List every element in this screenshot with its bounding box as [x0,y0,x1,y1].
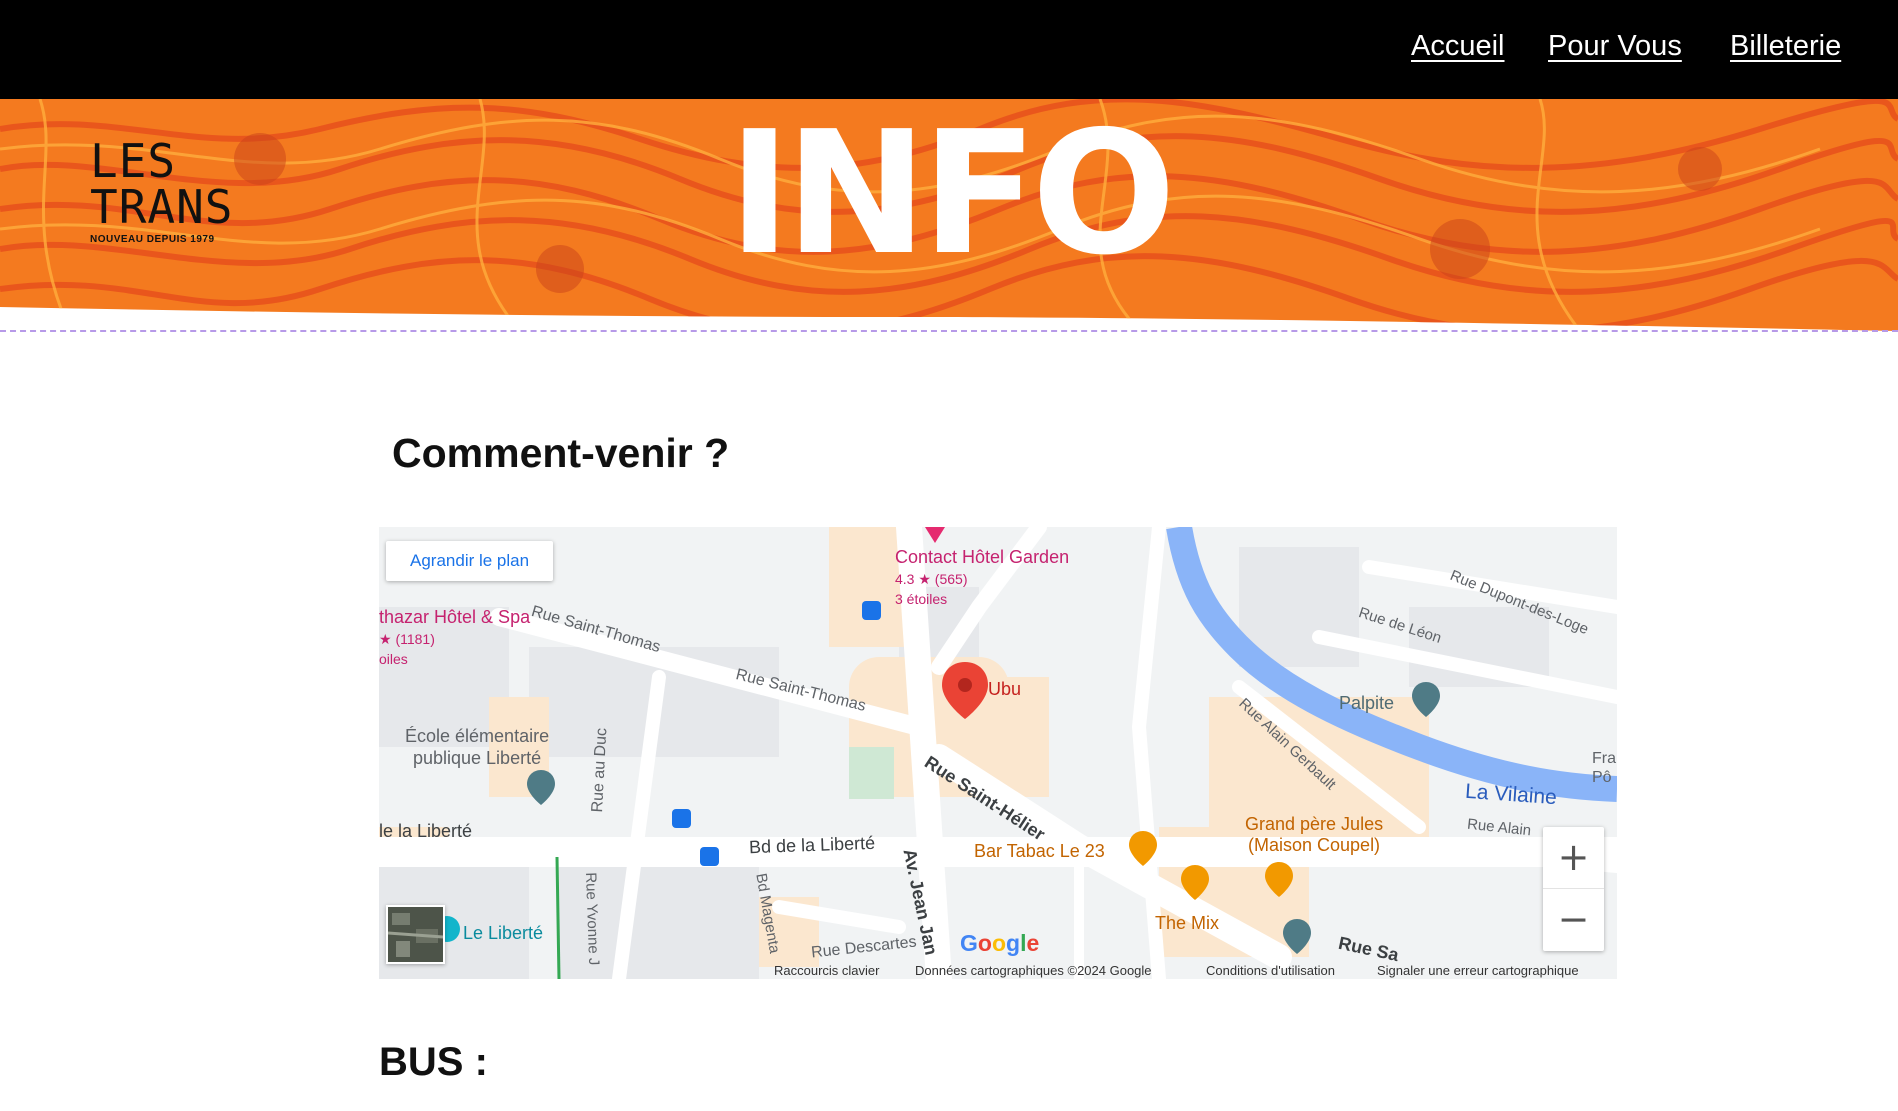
section-divider [0,330,1898,332]
satellite-view-toggle[interactable] [386,905,445,964]
bus-heading: BUS : [379,1040,488,1084]
logo-tagline: NOUVEAU DEPUIS 1979 [90,234,215,245]
map-place-ecole[interactable]: École élémentaire publique Liberté [405,725,549,769]
map-place-hotel-garden-stars: 3 étoiles [895,591,948,607]
map-place-hotel-garden[interactable]: Contact Hôtel Garden [895,547,1069,568]
map-place-grand-pere-jules[interactable]: Grand père Jules (Maison Coupel) [1245,814,1383,856]
top-navigation: Accueil Pour Vous Billeterie [0,0,1898,99]
map-place-le-liberte[interactable]: Le Liberté [463,923,543,944]
logo-line-trans: TRANS [90,180,234,234]
page-title: INFO [727,99,1176,293]
nav-link-billeterie[interactable]: Billeterie [1730,30,1841,63]
map-place-the-mix[interactable]: The Mix [1155,913,1219,934]
map-data-attribution: Données cartographiques ©2024 Google [915,963,1152,978]
section-heading: Comment-venir ? [392,430,730,476]
google-logo: Google [960,930,1040,956]
map-place-balthazar-rating: ★ (1181) [379,631,435,647]
page-banner: INFO [0,99,1898,331]
keyboard-shortcuts-link[interactable]: Raccourcis clavier [774,963,879,978]
map-place-bar-tabac[interactable]: Bar Tabac Le 23 [974,841,1105,862]
map-place-balthazar[interactable]: thazar Hôtel & Spa [379,607,530,628]
map-canvas[interactable] [379,527,1617,979]
map-place-ubu[interactable]: Ubu [988,679,1021,700]
report-map-error-link[interactable]: Signaler une erreur cartographique [1377,963,1579,978]
site-logo[interactable]: LES TRANS NOUVEAU DEPUIS 1979 [90,134,234,245]
terms-of-use-link[interactable]: Conditions d'utilisation [1206,963,1335,978]
map-street-liberte-left: le la Liberté [379,821,473,841]
nav-link-accueil[interactable]: Accueil [1411,30,1505,63]
enlarge-map-button[interactable]: Agrandir le plan [386,541,554,581]
zoom-out-button[interactable]: − [1543,889,1604,951]
embedded-map[interactable]: Agrandir le plan Contact Hôtel Garden 4.… [379,527,1617,979]
logo-line-les: LES [90,134,177,188]
map-street-yvonne: Rue Yvonne J [582,872,603,966]
map-label-fra: Fra Pô [1592,750,1616,786]
map-place-palpite[interactable]: Palpite [1339,693,1394,714]
zoom-in-button[interactable]: + [1543,827,1604,889]
nav-link-pour-vous[interactable]: Pour Vous [1548,30,1682,63]
satellite-thumbnail-icon [388,907,443,962]
map-zoom-controls: + − [1543,827,1604,951]
map-street-bd-liberte: Bd de la Liberté [748,832,876,858]
map-place-hotel-garden-rating: 4.3 ★ (565) [895,571,968,587]
map-place-balthazar-stars: oiles [379,651,408,667]
map-attribution-bar: Raccourcis clavier Données cartographiqu… [379,962,1617,979]
